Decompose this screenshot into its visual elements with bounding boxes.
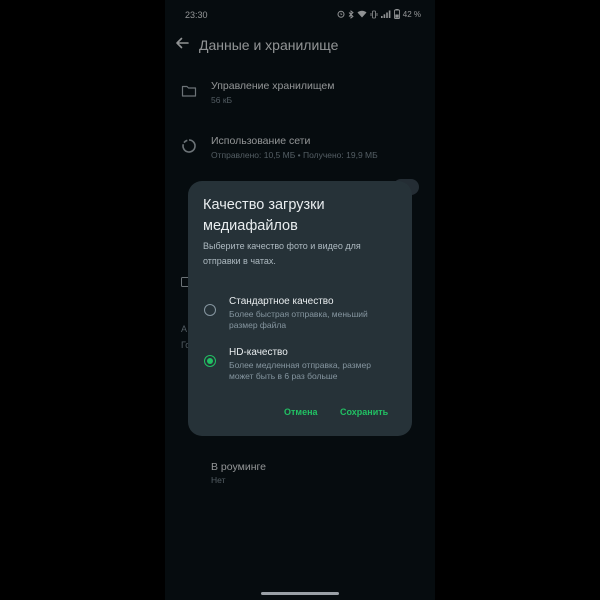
option-label: HD-качество: [229, 347, 288, 358]
option-standard-quality[interactable]: Стандартное качество Более быстрая отпра…: [188, 296, 412, 342]
option-description: Более медленная отправка, размер может б…: [229, 360, 371, 381]
navigation-handle[interactable]: [261, 592, 339, 595]
phone-screen: 23:30 42 % Данные и хранилище Управление…: [165, 0, 435, 600]
radio-button-unselected[interactable]: [204, 304, 216, 316]
option-description: Более быстрая отправка, меньший размер ф…: [229, 309, 368, 330]
option-label: Стандартное качество: [229, 296, 334, 307]
save-button[interactable]: Сохранить: [340, 407, 388, 417]
media-quality-dialog: Качество загрузки медиафайлов Выберите к…: [188, 181, 412, 436]
dialog-subtitle: Выберите качество фото и видео для отпра…: [203, 241, 361, 266]
radio-button-selected[interactable]: [204, 355, 216, 367]
cancel-button[interactable]: Отмена: [284, 407, 318, 417]
option-hd-quality[interactable]: HD-качество Более медленная отправка, ра…: [188, 347, 412, 393]
dialog-title: Качество загрузки медиафайлов: [203, 197, 325, 234]
